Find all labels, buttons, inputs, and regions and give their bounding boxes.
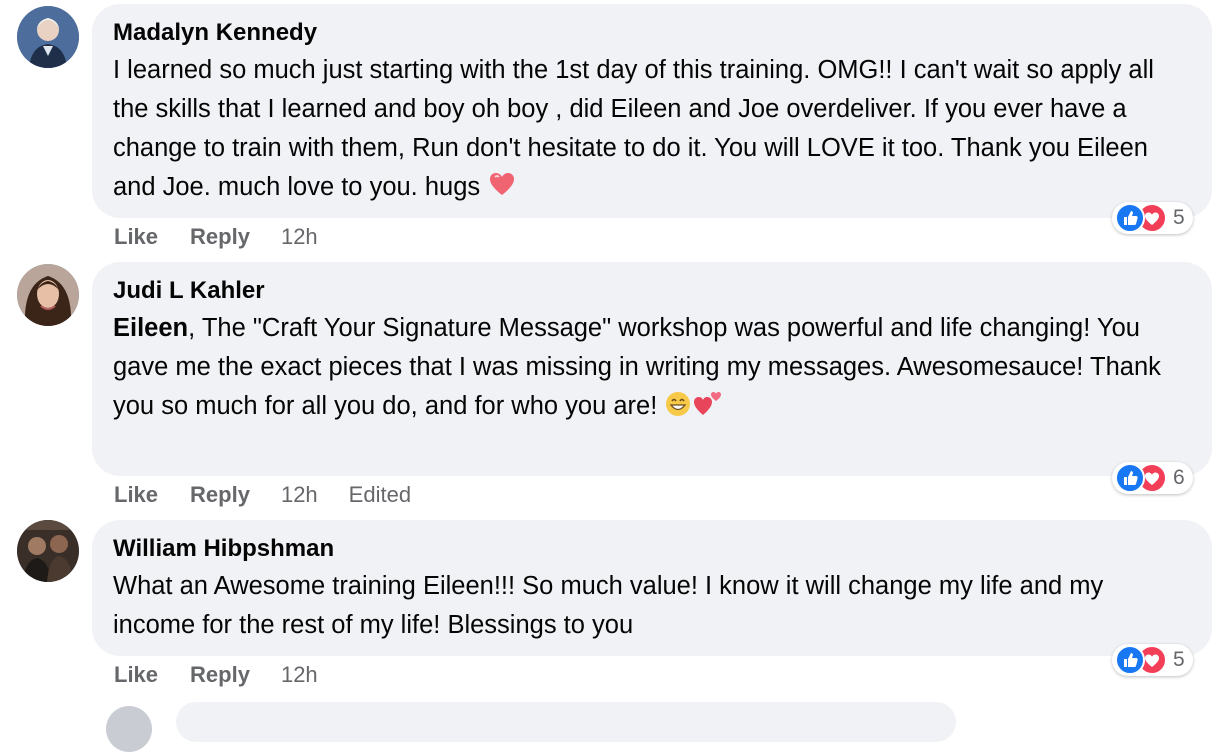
like-button[interactable]: Like: [114, 224, 158, 250]
comment-text: What an Awesome training Eileen!!! So mu…: [113, 567, 1190, 645]
like-button[interactable]: Like: [114, 482, 158, 508]
like-reaction-icon: [1115, 463, 1145, 493]
grinning-face-emoji-icon: [664, 390, 692, 430]
reaction-summary[interactable]: 5: [1112, 202, 1193, 234]
comment-body: What an Awesome training Eileen!!! So mu…: [113, 572, 1104, 639]
comment-bubble: Madalyn Kennedy I learned so much just s…: [92, 4, 1212, 218]
avatar[interactable]: [17, 6, 79, 68]
timestamp[interactable]: 12h: [281, 662, 318, 688]
edited-label[interactable]: Edited: [349, 482, 411, 508]
comment-bubble: Judi L Kahler Eileen, The "Craft Your Si…: [92, 262, 1212, 476]
comment-bubble: [176, 702, 956, 742]
comment-text: I learned so much just starting with the…: [113, 51, 1190, 211]
reply-button[interactable]: Reply: [190, 662, 250, 688]
mention-link[interactable]: Eileen: [113, 314, 188, 342]
comment-author[interactable]: Madalyn Kennedy: [113, 18, 1190, 48]
reaction-count: 5: [1173, 648, 1185, 671]
two-hearts-emoji-icon: [692, 388, 724, 430]
reaction-summary[interactable]: 5: [1112, 644, 1193, 676]
comment-author[interactable]: William Hibpshman: [113, 534, 1190, 564]
comment-actions: Like Reply 12h Edited: [114, 482, 411, 508]
comment-text: Eileen, The "Craft Your Signature Messag…: [113, 309, 1190, 430]
reaction-count: 6: [1173, 466, 1185, 489]
like-button[interactable]: Like: [114, 662, 158, 688]
comment-body: , The "Craft Your Signature Message" wor…: [113, 314, 1161, 420]
comment-actions: Like Reply 12h: [114, 224, 349, 250]
reply-button[interactable]: Reply: [190, 482, 250, 508]
like-reaction-icon: [1115, 645, 1145, 675]
comment-body: I learned so much just starting with the…: [113, 56, 1154, 201]
reaction-count: 5: [1173, 206, 1185, 229]
avatar[interactable]: [106, 706, 152, 752]
like-reaction-icon: [1115, 203, 1145, 233]
comment-bubble: William Hibpshman What an Awesome traini…: [92, 520, 1212, 656]
timestamp[interactable]: 12h: [281, 482, 318, 508]
avatar[interactable]: [17, 264, 79, 326]
reply-button[interactable]: Reply: [190, 224, 250, 250]
comment-author[interactable]: Judi L Kahler: [113, 276, 1190, 306]
reaction-summary[interactable]: 6: [1112, 462, 1193, 494]
comment-actions: Like Reply 12h: [114, 662, 349, 688]
heart-emoji-icon: [487, 169, 517, 211]
timestamp[interactable]: 12h: [281, 224, 318, 250]
avatar[interactable]: [17, 520, 79, 582]
